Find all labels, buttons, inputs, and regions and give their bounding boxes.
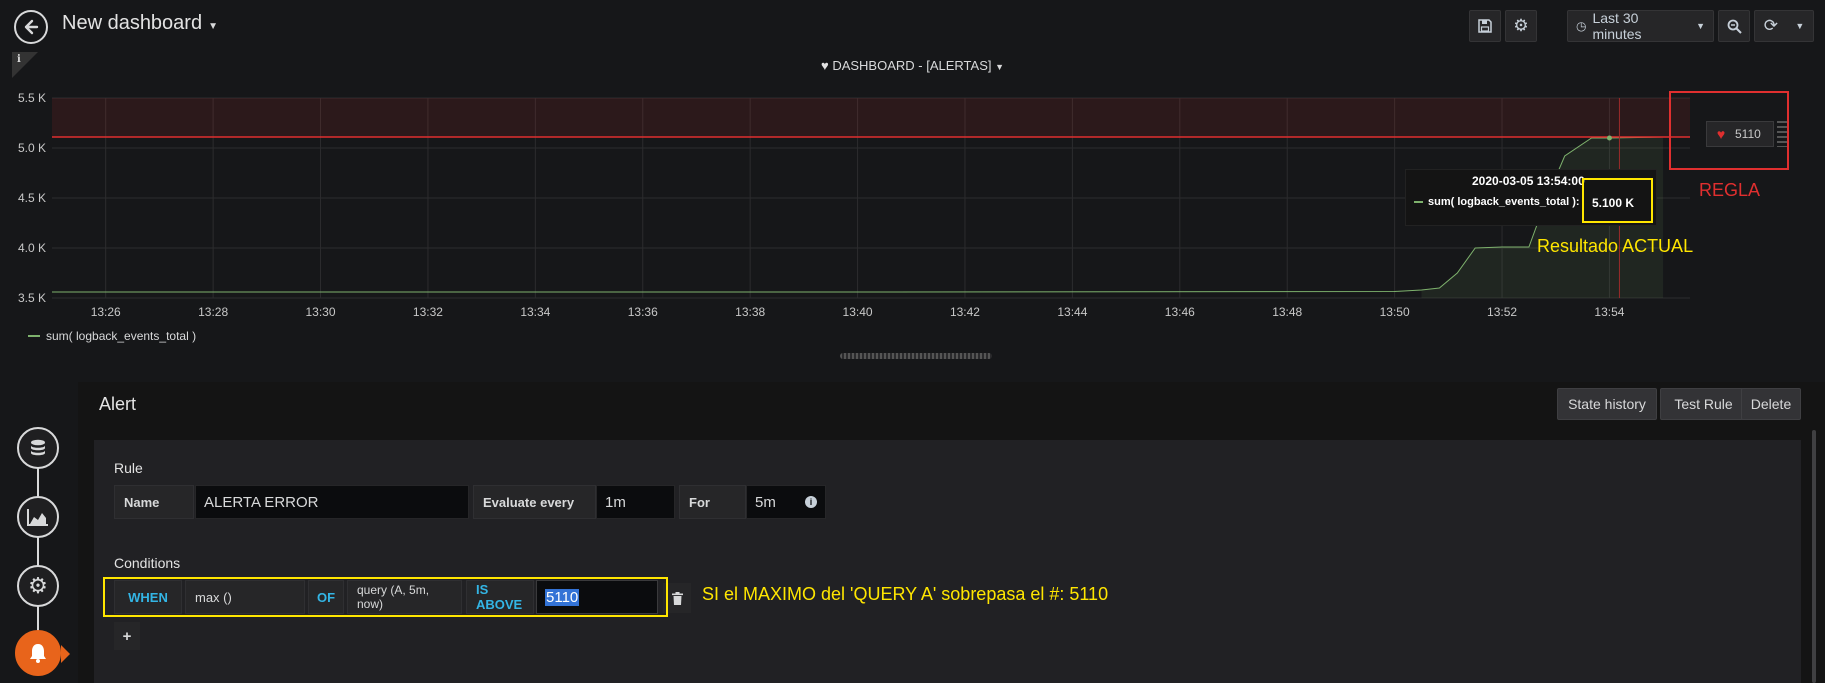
highlight-box-condition — [103, 577, 668, 617]
legend-swatch — [28, 335, 40, 337]
for-label: For — [679, 485, 746, 519]
x-tick-label: 13:40 — [842, 305, 873, 319]
area-chart-icon — [27, 509, 48, 526]
x-tick-label: 13:32 — [412, 305, 443, 319]
annotation-regla: REGLA — [1699, 180, 1761, 200]
state-history-button[interactable]: State history — [1557, 388, 1657, 420]
x-tick-label: 13:50 — [1379, 305, 1410, 319]
tooltip-series: sum( logback_events_total ): — [1414, 196, 1580, 208]
sidenav-line — [37, 440, 39, 645]
alert-title: Alert — [99, 394, 137, 414]
sidenav-queries[interactable] — [17, 427, 59, 469]
hover-point — [1606, 135, 1612, 141]
x-tick-label: 13:36 — [627, 305, 658, 319]
x-tick-label: 13:26 — [90, 305, 121, 319]
panel-resize-handle[interactable] — [840, 353, 992, 359]
delete-button[interactable]: Delete — [1741, 388, 1801, 420]
database-icon — [31, 439, 45, 456]
x-tick-label: 13:52 — [1487, 305, 1518, 319]
x-tick-label: 13:46 — [1164, 305, 1195, 319]
annotation-condition: SI el MAXIMO del 'QUERY A' sobrepasa el … — [702, 584, 1109, 604]
for-input[interactable]: 5m i — [746, 485, 826, 519]
scrollbar[interactable] — [1812, 430, 1816, 683]
trash-icon — [671, 591, 683, 605]
legend-item[interactable]: sum( logback_events_total ) — [28, 329, 196, 343]
x-tick-label: 13:54 — [1594, 305, 1625, 319]
x-tick-label: 13:28 — [198, 305, 229, 319]
evaluate-every-label: Evaluate every — [473, 485, 596, 519]
highlight-box-rule — [1669, 91, 1789, 170]
x-tick-label: 13:34 — [520, 305, 551, 319]
test-rule-button[interactable]: Test Rule — [1660, 388, 1747, 420]
x-tick-label: 13:38 — [735, 305, 766, 319]
legend-label: sum( logback_events_total ) — [46, 329, 197, 343]
rule-name-input[interactable]: ALERTA ERROR — [195, 485, 469, 519]
threshold-fill-region — [52, 98, 1690, 137]
rule-name-label: Name — [114, 485, 194, 519]
for-value: 5m — [755, 493, 776, 511]
sidenav-visualization[interactable] — [17, 496, 59, 538]
sidenav-alert[interactable] — [15, 630, 61, 676]
annotation-resultado: Resultado ACTUAL — [1537, 236, 1694, 256]
gear-wrench-icon: ⚙ — [28, 573, 48, 598]
sidenav-active-pointer — [61, 645, 70, 663]
tooltip-time: 2020-03-05 13:54:00 — [1472, 174, 1585, 188]
x-tick-label: 13:44 — [1057, 305, 1088, 319]
highlight-box-current-value — [1582, 178, 1653, 223]
add-condition-button[interactable]: + — [114, 622, 140, 650]
rule-section-label: Rule — [114, 460, 143, 476]
conditions-section-label: Conditions — [114, 555, 181, 571]
alert-body — [94, 440, 1801, 683]
evaluate-every-input[interactable]: 1m — [596, 485, 675, 519]
sidenav-general[interactable]: ⚙ — [17, 565, 59, 607]
x-tick-label: 13:48 — [1272, 305, 1303, 319]
info-icon: i — [805, 496, 817, 508]
x-tick-label: 13:42 — [949, 305, 980, 319]
x-tick-label: 13:30 — [305, 305, 336, 319]
tooltip-series-label: sum( logback_events_total ): — [1428, 196, 1580, 208]
tooltip-swatch — [1414, 201, 1423, 203]
bell-icon — [30, 644, 46, 663]
